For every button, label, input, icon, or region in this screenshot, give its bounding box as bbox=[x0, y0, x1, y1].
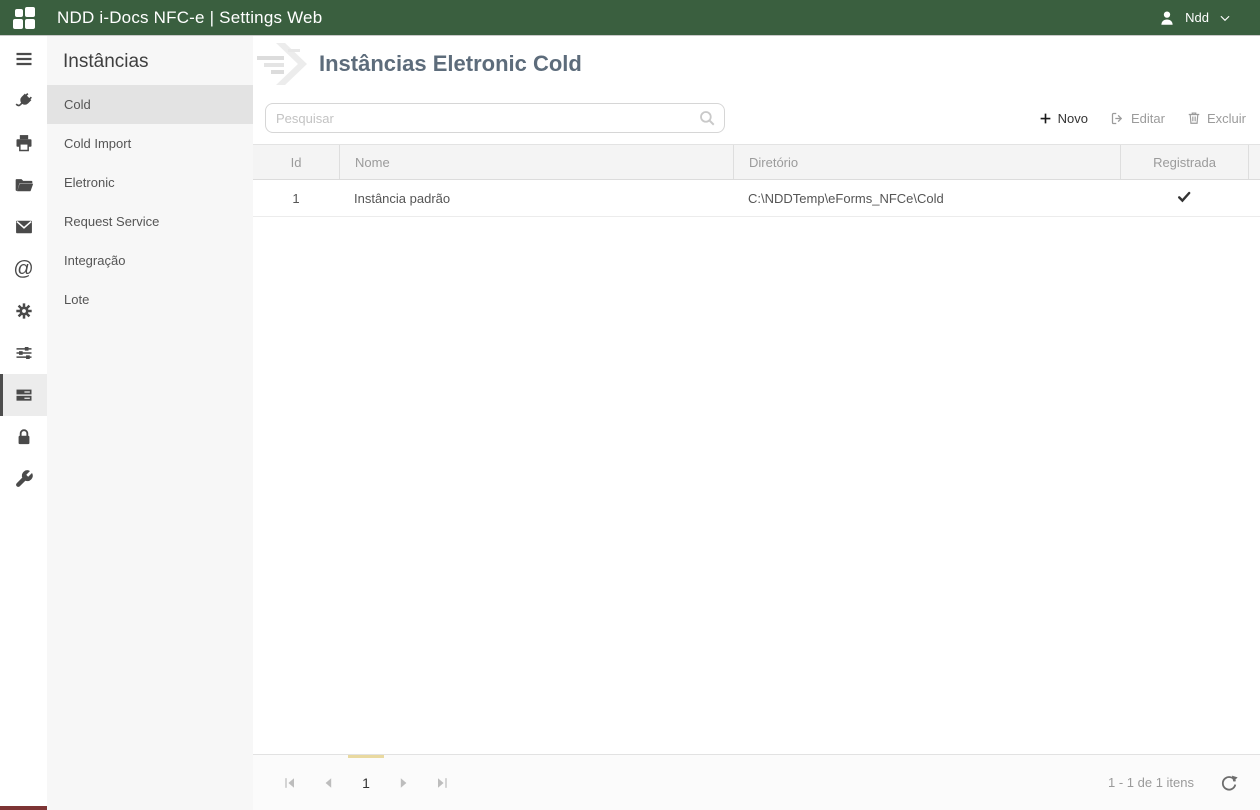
sidebar-item-integracao[interactable]: Integração bbox=[47, 241, 253, 280]
column-header-diretorio[interactable]: Diretório bbox=[733, 145, 1120, 179]
table-empty-area bbox=[253, 217, 1260, 754]
sidebar-title: Instâncias bbox=[63, 51, 149, 72]
cell-registrada bbox=[1120, 189, 1248, 208]
first-page-icon bbox=[285, 777, 294, 788]
rail-item-at[interactable]: @ bbox=[0, 248, 47, 290]
pager-info: 1 - 1 de 1 itens bbox=[1108, 775, 1194, 790]
gear-icon bbox=[15, 303, 32, 319]
sidebar-item-cold-import[interactable]: Cold Import bbox=[47, 124, 253, 163]
column-header-id[interactable]: Id bbox=[253, 155, 339, 170]
mail-icon bbox=[15, 220, 32, 234]
sidebar-item-request-service[interactable]: Request Service bbox=[47, 202, 253, 241]
plug-icon bbox=[15, 93, 32, 107]
delete-button-label: Excluir bbox=[1206, 110, 1246, 126]
rail-item-parameters[interactable] bbox=[0, 332, 47, 374]
user-icon bbox=[1161, 10, 1173, 25]
page-header-arrow-icon bbox=[257, 43, 307, 85]
refresh-icon[interactable] bbox=[1220, 774, 1238, 792]
at-sign-icon: @ bbox=[13, 258, 34, 280]
rail-item-folder[interactable] bbox=[0, 164, 47, 206]
rail-item-instances[interactable] bbox=[0, 374, 47, 416]
wrench-icon bbox=[15, 470, 33, 487]
edit-button-label: Editar bbox=[1131, 110, 1165, 126]
instances-icon bbox=[16, 389, 31, 401]
page-number[interactable]: 1 bbox=[347, 775, 385, 791]
page-title: Instâncias Eletronic Cold bbox=[319, 51, 582, 76]
icon-rail: @ bbox=[0, 36, 47, 810]
menu-toggle-button[interactable] bbox=[0, 38, 47, 80]
column-header-spacer bbox=[1248, 145, 1260, 179]
logo-square bbox=[25, 18, 35, 29]
logo-square bbox=[13, 18, 23, 29]
sidebar-item-lote[interactable]: Lote bbox=[47, 280, 253, 319]
current-page-indicator bbox=[348, 755, 384, 758]
table-header: Id Nome Diretório Registrada bbox=[253, 144, 1260, 180]
previous-page-icon bbox=[325, 777, 332, 788]
sidebar-item-cold[interactable]: Cold bbox=[47, 85, 253, 124]
new-button-label: Novo bbox=[1057, 110, 1089, 126]
table-row[interactable]: 1 Instância padrão C:\NDDTemp\eForms_NFC… bbox=[253, 180, 1260, 217]
rail-item-settings[interactable] bbox=[0, 290, 47, 332]
cell-nome: Instância padrão bbox=[354, 190, 451, 206]
next-page-icon bbox=[400, 777, 407, 788]
next-page-button[interactable] bbox=[385, 775, 423, 791]
search-input[interactable] bbox=[265, 103, 725, 133]
topbar: NDD i-Docs NFC-e | Settings Web Ndd bbox=[0, 0, 1260, 36]
search-icon[interactable] bbox=[698, 109, 716, 127]
previous-page-button[interactable] bbox=[309, 775, 347, 791]
sidebar: Instâncias Cold Cold Import Eletronic Re… bbox=[47, 36, 253, 810]
trash-icon bbox=[1188, 112, 1200, 124]
logo-square bbox=[25, 6, 35, 17]
toolbar: Novo Editar Excluir bbox=[253, 92, 1260, 144]
plus-icon bbox=[1040, 113, 1051, 123]
check-icon bbox=[1178, 191, 1191, 202]
folder-open-icon bbox=[15, 179, 33, 192]
column-header-registrada[interactable]: Registrada bbox=[1120, 145, 1248, 179]
cell-id: 1 bbox=[292, 190, 300, 206]
user-menu[interactable]: Ndd bbox=[1158, 9, 1232, 27]
last-page-button[interactable] bbox=[423, 775, 461, 791]
first-page-button[interactable] bbox=[271, 775, 309, 791]
lock-icon bbox=[18, 429, 29, 445]
logo-square bbox=[15, 8, 23, 17]
hamburger-icon bbox=[16, 52, 31, 66]
printer-icon bbox=[16, 135, 31, 152]
edit-button[interactable]: Editar bbox=[1110, 111, 1165, 126]
rail-item-tools[interactable] bbox=[0, 458, 47, 500]
last-page-icon bbox=[438, 777, 447, 788]
rail-item-mail[interactable] bbox=[0, 206, 47, 248]
pager: 1 1 - 1 de 1 itens bbox=[253, 754, 1260, 810]
cell-diretorio: C:\NDDTemp\eForms_NFCe\Cold bbox=[748, 190, 944, 206]
app-grid-logo-icon[interactable] bbox=[13, 6, 35, 29]
edit-icon bbox=[1111, 112, 1123, 124]
sliders-icon bbox=[16, 347, 31, 359]
rail-item-plug[interactable] bbox=[0, 80, 47, 122]
rail-item-security[interactable] bbox=[0, 416, 47, 458]
rail-bottom-accent bbox=[0, 806, 47, 810]
app-title: NDD i-Docs NFC-e | Settings Web bbox=[57, 7, 323, 27]
sidebar-item-eletronic[interactable]: Eletronic bbox=[47, 163, 253, 202]
rail-item-printer[interactable] bbox=[0, 122, 47, 164]
user-name: Ndd bbox=[1185, 10, 1209, 25]
page-header: Instâncias Eletronic Cold bbox=[253, 36, 1260, 92]
chevron-down-icon bbox=[1220, 15, 1230, 21]
cell-spacer bbox=[1248, 180, 1260, 216]
delete-button[interactable]: Excluir bbox=[1187, 111, 1246, 126]
main-content: Instâncias Eletronic Cold Novo bbox=[253, 36, 1260, 810]
new-button[interactable]: Novo bbox=[1039, 111, 1088, 126]
column-header-nome[interactable]: Nome bbox=[339, 145, 733, 179]
